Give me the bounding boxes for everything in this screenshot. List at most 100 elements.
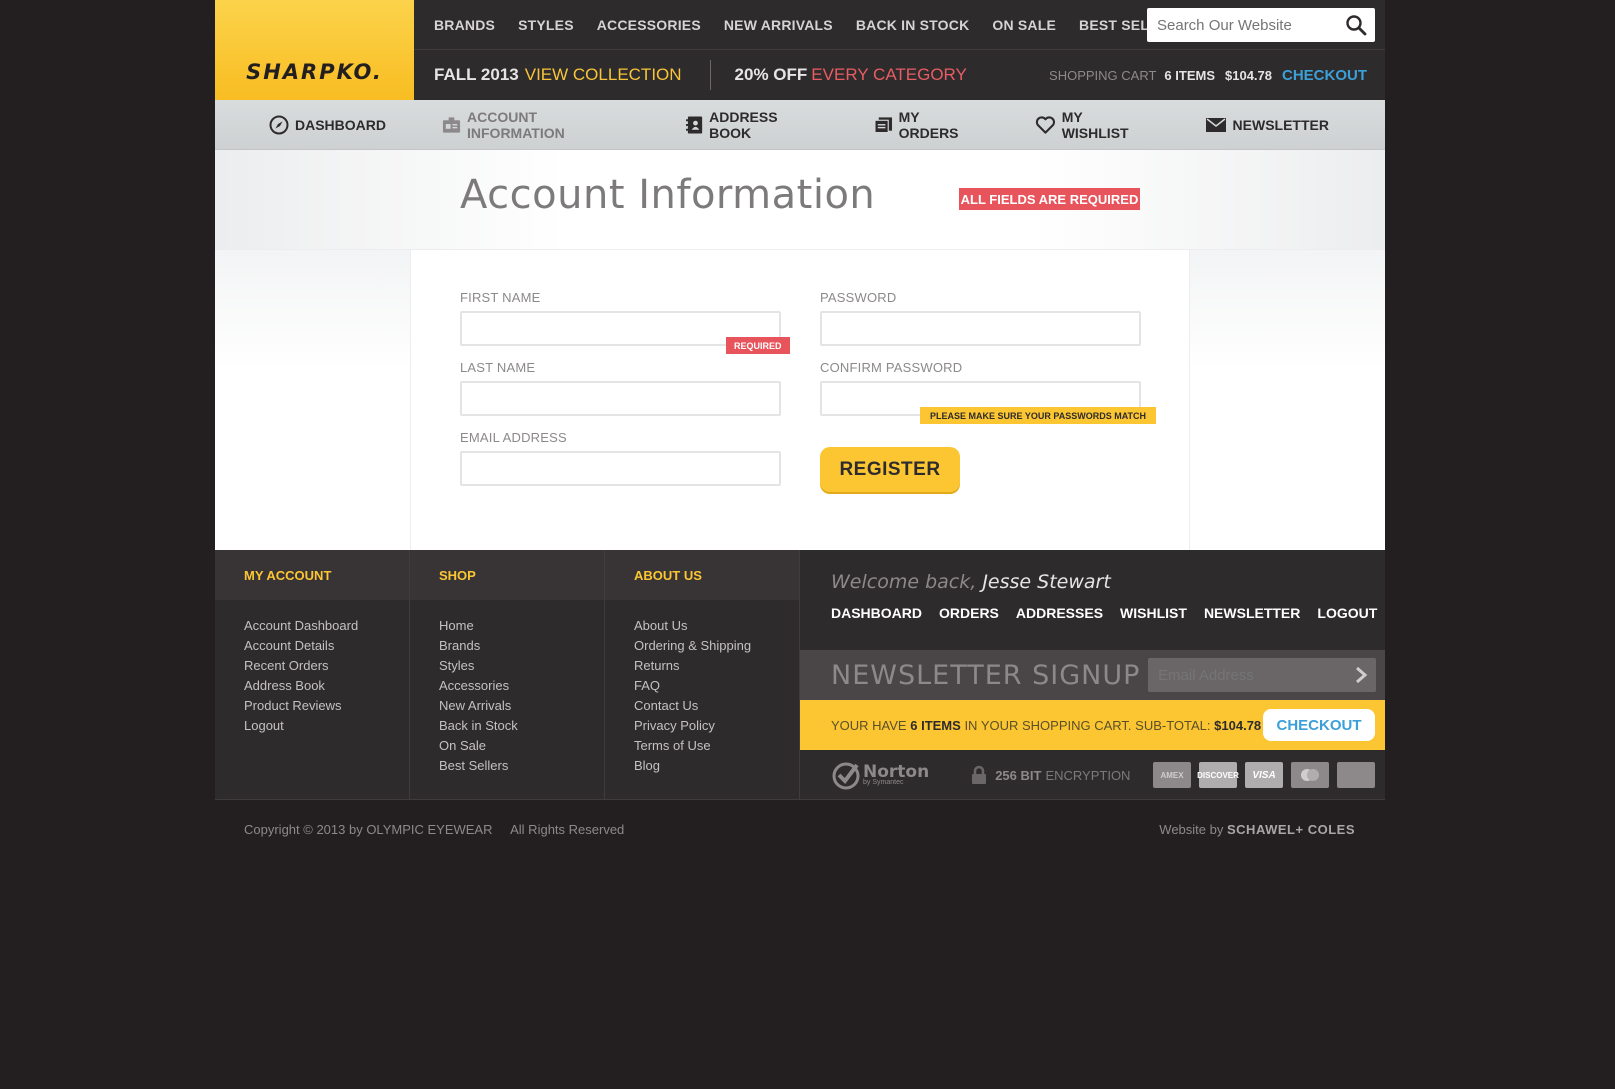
footer-nav-wishlist[interactable]: WISHLIST [1120,605,1187,621]
footer-cart-summary: YOUR HAVE 6 ITEMS IN YOUR SHOPPING CART.… [800,700,1385,750]
tab-newsletter-label: NEWSLETTER [1232,116,1329,133]
title-band: Account Information ALL FIELDS ARE REQUI… [215,150,1385,250]
register-button[interactable]: REGISTER [820,447,960,492]
welcome-name: Jesse Stewart [982,571,1111,593]
encryption-badge: 256 BIT ENCRYPTION [971,765,1130,785]
compass-icon [269,115,289,134]
footer-link[interactable]: Address Book [244,676,409,696]
search-input[interactable] [1157,16,1337,34]
search-icon[interactable] [1345,14,1367,36]
tab-account-information-label: ACCOUNT INFORMATION [467,108,565,141]
encryption-label: ENCRYPTION [1045,767,1131,783]
tab-dashboard[interactable]: DASHBOARD [269,115,386,135]
last-name-field[interactable] [460,381,781,416]
footer-link[interactable]: Logout [244,716,409,736]
heart-icon [1035,115,1055,134]
newsletter-email-field[interactable] [1158,666,1338,684]
nav-new-arrivals[interactable]: NEW ARRIVALS [724,17,833,33]
footer-nav-dashboard[interactable]: DASHBOARD [831,605,922,621]
confirm-password-label: CONFIRM PASSWORD [820,360,963,375]
footer-link[interactable]: Home [439,616,604,636]
norton-text: Norton [863,761,930,782]
nav-on-sale[interactable]: ON SALE [992,17,1056,33]
logo[interactable]: SHARPKO. [215,0,414,100]
password-field[interactable] [820,311,1141,346]
discover-card-icon: DISCOVER [1197,762,1239,788]
footer-about: ABOUT US About Us Ordering & Shipping Re… [605,550,800,800]
id-card-icon [442,116,461,133]
left-gutter [215,250,411,550]
tab-dashboard-label: DASHBOARD [295,116,386,133]
last-name-group: LAST NAME [460,360,781,416]
account-form: FIRST NAME REQUIRED LAST NAME EMAIL ADDR… [215,250,1385,550]
footer-link[interactable]: Styles [439,656,604,676]
footer-link[interactable]: Account Dashboard [244,616,409,636]
nav-brands[interactable]: BRANDS [434,17,495,33]
footer-nav-orders[interactable]: ORDERS [939,605,999,621]
payment-cards: AMEX DISCOVER VISA [1145,762,1375,788]
footer-link[interactable]: Brands [439,636,604,656]
footer-link[interactable]: Best Sellers [439,756,604,776]
footer-link[interactable]: Accessories [439,676,604,696]
tab-account-information[interactable]: ACCOUNT INFORMATION [442,109,630,141]
checkmark-icon [832,762,860,790]
cart-label: SHOPPING CART [1049,67,1157,83]
nav-back-in-stock[interactable]: BACK IN STOCK [856,17,970,33]
required-tag: REQUIRED [726,337,790,354]
password-label: PASSWORD [820,290,897,305]
tab-address-book-label: ADDRESS BOOK [709,108,778,141]
footer-link[interactable]: Ordering & Shipping [634,636,799,656]
tab-my-orders-label: MY ORDERS [898,108,959,141]
footer-link[interactable]: Blog [634,756,799,776]
tab-newsletter[interactable]: NEWSLETTER [1205,117,1329,133]
footer-checkout-button[interactable]: CHECKOUT [1263,709,1375,741]
orders-icon [874,116,892,133]
chevron-right-icon[interactable] [1354,666,1368,684]
tab-my-orders[interactable]: MY ORDERS [874,109,979,141]
email-field[interactable] [460,451,781,486]
email-group: EMAIL ADDRESS [460,430,781,486]
promo-category[interactable]: EVERY CATEGORY [811,65,967,85]
agency-name[interactable]: SCHAWEL+ COLES [1227,822,1355,837]
footer-nav-logout[interactable]: LOGOUT [1317,605,1377,621]
logo-text: SHARPKO. [246,60,383,84]
header-checkout-link[interactable]: CHECKOUT [1282,67,1367,84]
nav-styles[interactable]: STYLES [518,17,574,33]
footer-link[interactable]: Privacy Policy [634,716,799,736]
website-by-text: Website by [1159,822,1224,837]
promo-divider [709,60,711,90]
cart-items: 6 ITEMS [1164,67,1215,83]
amex-card-icon: AMEX [1153,762,1191,788]
footer-link[interactable]: On Sale [439,736,604,756]
promo-bar: FALL 2013 VIEW COLLECTION 20% OFF EVERY … [414,50,1385,100]
cart-summary-total: $104.78 [1214,717,1262,733]
newsletter-signup: NEWSLETTER SIGNUP [800,650,1385,700]
tab-address-book[interactable]: ADDRESS BOOK [686,109,818,141]
footer-link[interactable]: Recent Orders [244,656,409,676]
top-nav: BRANDS STYLES ACCESSORIES NEW ARRIVALS B… [414,0,1385,50]
footer-nav-addresses[interactable]: ADDRESSES [1016,605,1103,621]
norton-badge: Norton by Symantec [831,760,929,790]
footer-nav-newsletter[interactable]: NEWSLETTER [1204,605,1300,621]
welcome-prefix: Welcome back, [831,571,977,593]
footer-link[interactable]: Terms of Use [634,736,799,756]
footer-account-panel: Welcome back, Jesse Stewart DASHBOARD OR… [800,550,1385,800]
footer-link[interactable]: About Us [634,616,799,636]
site-header: SHARPKO. BRANDS STYLES ACCESSORIES NEW A… [215,0,1385,100]
footer-link[interactable]: Returns [634,656,799,676]
view-collection-link[interactable]: VIEW COLLECTION [525,65,682,85]
tab-my-wishlist[interactable]: MY WISHLIST [1035,109,1149,141]
footer-link[interactable]: New Arrivals [439,696,604,716]
right-gutter [1189,250,1385,550]
required-badge: ALL FIELDS ARE REQUIRED [959,188,1140,210]
footer-link[interactable]: Account Details [244,636,409,656]
footer-link[interactable]: Back in Stock [439,716,604,736]
page-title: Account Information [460,172,876,218]
mastercard-card-icon [1291,762,1329,788]
footer-link[interactable]: FAQ [634,676,799,696]
last-name-label: LAST NAME [460,360,536,375]
nav-accessories[interactable]: ACCESSORIES [597,17,701,33]
footer-link[interactable]: Contact Us [634,696,799,716]
footer-link[interactable]: Product Reviews [244,696,409,716]
promo-discount: 20% OFF [734,65,808,84]
